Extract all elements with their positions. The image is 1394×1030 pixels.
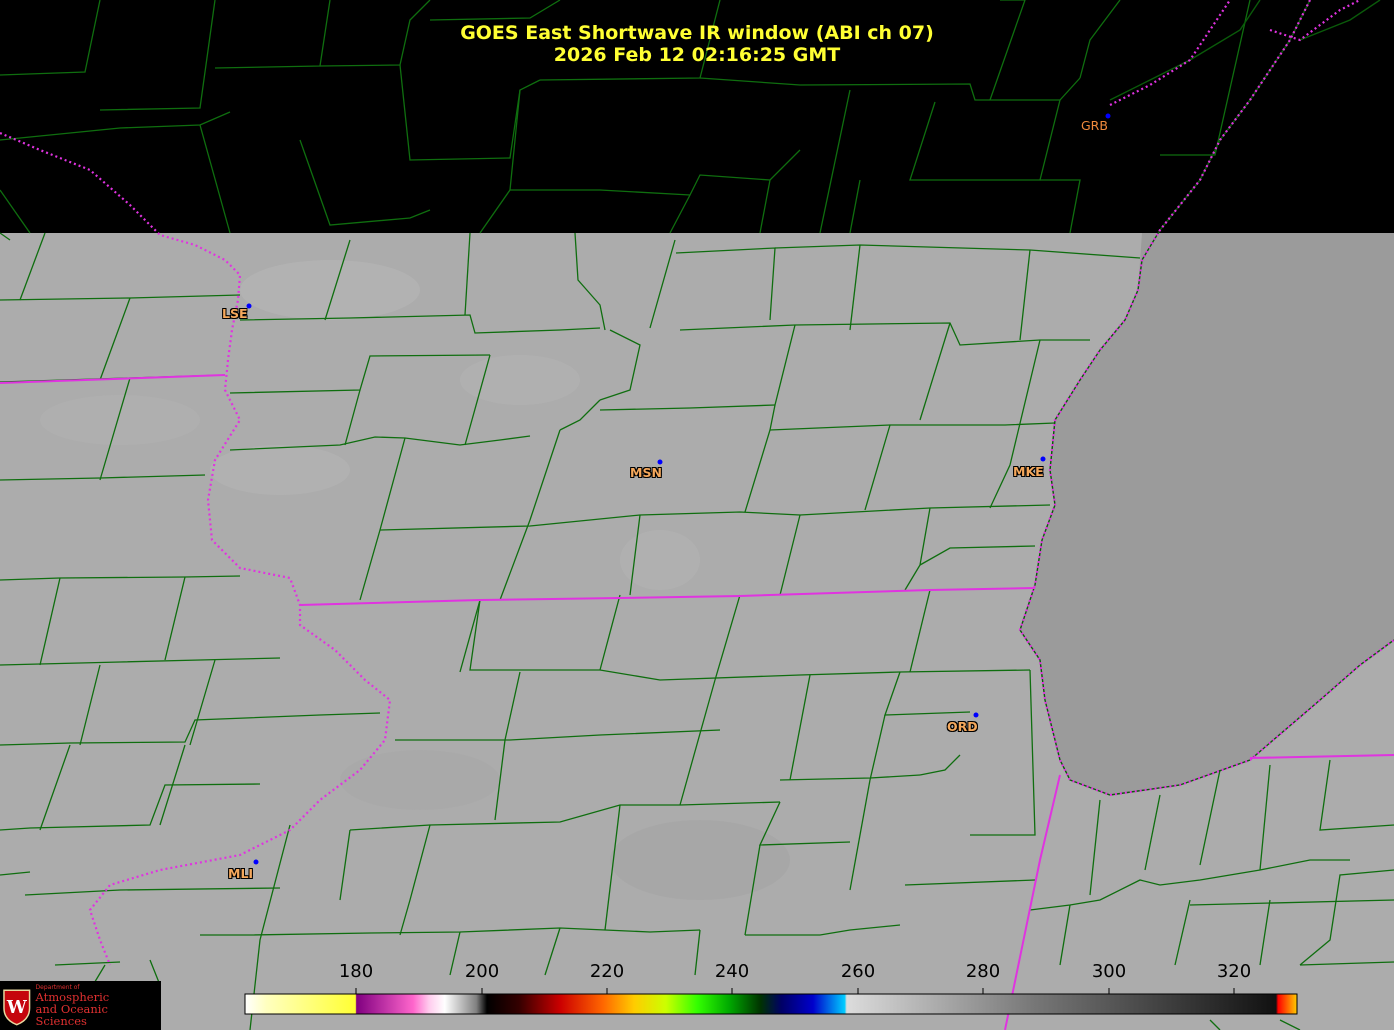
station-dot-mli	[253, 859, 259, 865]
satellite-map	[0, 0, 1394, 1030]
station-label-msn: MSN	[630, 465, 662, 480]
colorbar-tick-label: 200	[464, 961, 500, 982]
station-label-mli: MLI	[228, 866, 254, 881]
colorbar-tick-label: 240	[714, 961, 750, 982]
station-label-ord: ORD	[947, 719, 978, 734]
station-dot-ord	[973, 712, 979, 718]
colorbar-tick-label: 220	[589, 961, 625, 982]
colorbar-tick-label: 180	[338, 961, 374, 982]
colorbar-tick-label: 300	[1091, 961, 1127, 982]
logo-line2: and Oceanic Sciences	[35, 1002, 108, 1028]
station-label-grb: GRB	[1081, 118, 1108, 133]
colorbar	[244, 993, 1298, 1015]
uw-aos-logo: W Department of Atmospheric and Oceanic …	[0, 981, 161, 1030]
station-dot-mke	[1040, 456, 1046, 462]
station-dot-msn	[657, 459, 663, 465]
svg-text:W: W	[6, 996, 28, 1017]
station-label-lse: LSE	[222, 306, 248, 321]
image-title-line1: GOES East Shortwave IR window (ABI ch 07…	[460, 22, 934, 44]
colorbar-tick-label: 320	[1216, 961, 1252, 982]
uw-crest-icon: W	[3, 989, 31, 1026]
colorbar-tick-label: 280	[965, 961, 1001, 982]
colorbar-tick-label: 260	[840, 961, 876, 982]
image-title-line2: 2026 Feb 12 02:16:25 GMT	[553, 44, 841, 66]
station-label-mke: MKE	[1013, 464, 1044, 479]
